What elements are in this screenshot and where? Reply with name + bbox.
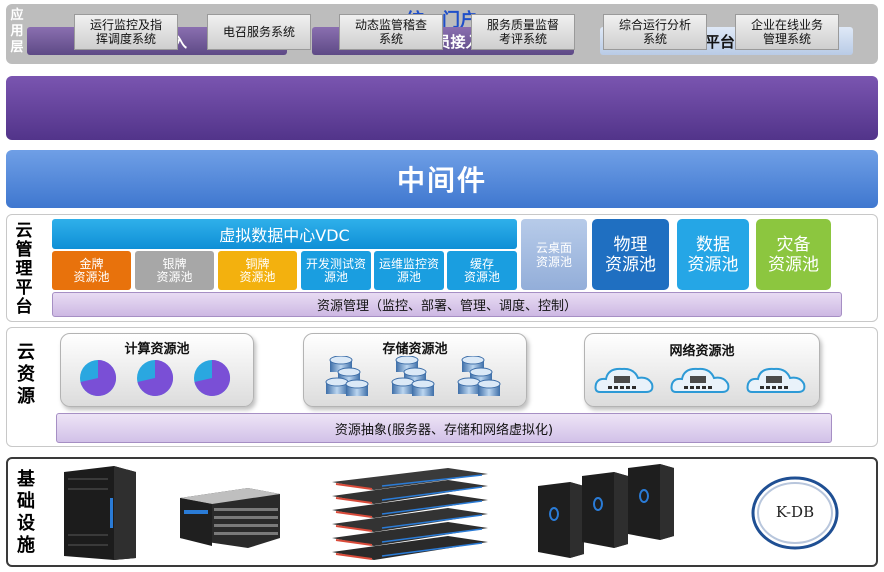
pie-icon [137,359,174,396]
resource-management-bar: 资源管理（监控、部署、管理、调度、控制） [52,292,842,317]
cache-pool[interactable]: 缓存 资源池 [447,251,517,290]
network-pool-title: 网络资源池 [669,343,735,359]
rack-cabinet-icon [64,466,136,560]
pie-icon [80,359,117,396]
database-icon [457,356,501,396]
ops-monitor-pool[interactable]: 运维监控资 源池 [374,251,444,290]
cloud-management-label: 云 管 理 平 台 [15,221,33,317]
middleware-bar: 中间件 [6,150,878,208]
application-layer-label: 应 用 层 [10,8,24,55]
cloud-icon [746,367,806,393]
cloud-icon [670,367,730,393]
cloud-resource-label: 云 资 源 [17,342,35,407]
blade-server-icon [180,488,280,548]
vdc-bar[interactable]: 虚拟数据中心VDC [52,219,517,249]
storage-db-icons [325,356,501,396]
storage-pool-title: 存储资源池 [382,341,448,357]
dev-test-pool[interactable]: 开发测试资 源池 [301,251,371,290]
data-pool[interactable]: 数据 资源池 [677,219,749,290]
cabinet-unit [582,472,628,548]
kdb-label: K-DB [775,503,815,521]
compute-pool-title: 计算资源池 [124,341,190,357]
network-cloud-icons [594,367,806,393]
infrastructure-label: 基 础 设 施 [17,469,35,556]
disaster-recovery-pool[interactable]: 灾备 资源池 [756,219,831,290]
cabinet-unit [538,482,584,558]
cabinet-unit [628,464,674,540]
server-stack-icon [332,468,488,560]
database-icon [325,356,369,396]
storage-cabinet-icon [538,464,674,558]
cloud-desktop-pool[interactable]: 云桌面 资源池 [521,219,587,290]
gold-pool[interactable]: 金牌 资源池 [52,251,131,290]
app-item-service-quality[interactable]: 服务质量监督 考评系统 [471,14,575,50]
cloud-icon [594,367,654,393]
silver-pool[interactable]: 银牌 资源池 [135,251,214,290]
app-item-call-service[interactable]: 电召服务系统 [207,14,311,50]
app-item-operation-analysis[interactable]: 综合运行分析 系统 [603,14,707,50]
physical-pool[interactable]: 物理 资源池 [592,219,669,290]
app-item-dynamic-supervision[interactable]: 动态监管稽查 系统 [339,14,443,50]
application-layer-panel [6,76,878,140]
compute-pie-icons [80,359,231,396]
database-icon [391,356,435,396]
app-item-enterprise-business[interactable]: 企业在线业务 管理系统 [735,14,839,50]
bronze-pool[interactable]: 铜牌 资源池 [218,251,297,290]
app-item-monitoring-dispatch[interactable]: 运行监控及指 挥调度系统 [74,14,178,50]
pie-icon [194,359,231,396]
resource-abstraction-bar: 资源抽象(服务器、存储和网络虚拟化) [56,413,832,443]
